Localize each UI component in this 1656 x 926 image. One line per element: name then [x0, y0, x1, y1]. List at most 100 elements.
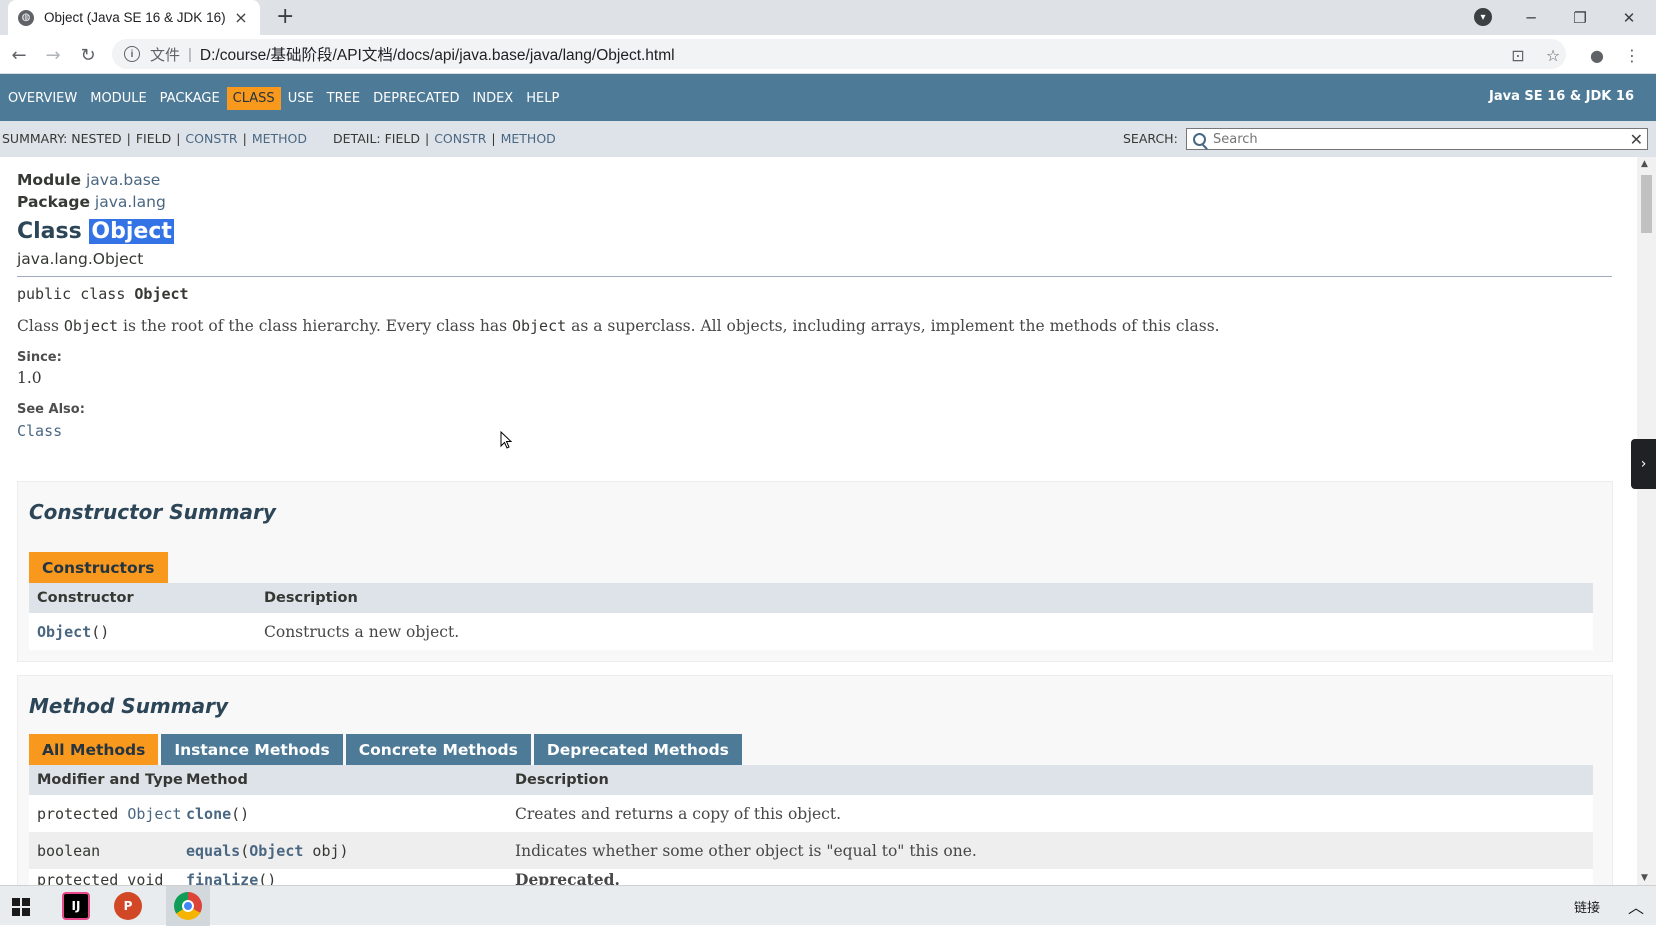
javadoc-top-nav: OVERVIEW MODULE PACKAGE CLASS USE TREE D…: [0, 74, 1656, 121]
tab-search-icon[interactable]: ▾: [1474, 8, 1492, 26]
new-tab-button[interactable]: +: [276, 4, 294, 29]
tab-instance-methods[interactable]: Instance Methods: [161, 734, 343, 765]
scroll-up-icon[interactable]: ▲: [1641, 159, 1648, 169]
nav-list: OVERVIEW MODULE PACKAGE CLASS USE TREE D…: [2, 87, 566, 110]
nav-help[interactable]: HELP: [520, 87, 565, 110]
method-link-finalize[interactable]: finalize: [186, 871, 258, 885]
search-box[interactable]: ✕: [1186, 128, 1648, 150]
class-signature: public class Object: [17, 285, 1612, 303]
tray-links-label[interactable]: 链接: [1574, 897, 1600, 916]
detail-method-link[interactable]: METHOD: [501, 131, 556, 146]
see-also-link[interactable]: Class: [17, 422, 1612, 440]
method-link-equals[interactable]: equals: [186, 842, 240, 860]
menu-icon[interactable]: ⋮: [1621, 44, 1643, 66]
mouse-cursor-icon: [500, 431, 512, 449]
method-summary: Method Summary All Methods Instance Meth…: [17, 675, 1613, 885]
url-text[interactable]: D:/course/基础阶段/API文档/docs/api/java.base/…: [200, 43, 675, 65]
constructor-signature: Object(): [37, 622, 110, 641]
side-panel-toggle[interactable]: ›: [1631, 439, 1656, 489]
tray-chevron-up-icon[interactable]: ︿: [1628, 894, 1644, 918]
chevron-right-icon: ›: [1640, 456, 1647, 472]
restore-icon[interactable]: ❐: [1557, 0, 1603, 35]
scroll-down-icon[interactable]: ▼: [1641, 873, 1648, 883]
module-link[interactable]: java.base: [86, 171, 160, 189]
browser-tab[interactable]: ◍ Object (Java SE 16 & JDK 16) ×: [8, 0, 260, 35]
since-value: 1.0: [17, 369, 42, 387]
forward-icon[interactable]: →: [40, 42, 66, 68]
method-tabs: All Methods Instance Methods Concrete Me…: [29, 734, 745, 765]
nav-index[interactable]: INDEX: [467, 87, 520, 110]
constructor-link[interactable]: Object: [37, 623, 91, 641]
table-row: Object() Constructs a new object.: [29, 613, 1593, 650]
method-description: Creates and returns a copy of this objec…: [515, 804, 842, 823]
tab-deprecated-methods[interactable]: Deprecated Methods: [533, 734, 742, 765]
minimize-icon[interactable]: ─: [1508, 0, 1554, 35]
method-modifier: protected void: [37, 871, 164, 885]
constructor-summary-heading: Constructor Summary: [29, 500, 276, 524]
tab-close-icon[interactable]: ×: [232, 8, 250, 27]
intellij-icon[interactable]: IJ: [62, 892, 90, 920]
windows-start-icon[interactable]: [12, 898, 30, 916]
constructor-table-header: Constructor Description: [29, 583, 1593, 613]
file-label: 文件: [150, 46, 181, 64]
col-description: Description: [264, 590, 358, 606]
table-row: protected Object clone() Creates and ret…: [29, 795, 1593, 832]
method-table-header: Modifier and Type Method Description: [29, 765, 1593, 795]
method-signature: clone(): [186, 804, 250, 823]
chrome-icon[interactable]: [174, 892, 202, 920]
back-icon[interactable]: ←: [6, 42, 32, 68]
see-also-label: See Also:: [17, 402, 85, 417]
col-method: Method: [186, 772, 248, 788]
page-scrollbar[interactable]: ▲ ▼: [1637, 157, 1656, 885]
package-link[interactable]: java.lang: [95, 193, 166, 211]
package-line: Package java.lang: [17, 193, 1612, 215]
profile-icon[interactable]: ●: [1586, 44, 1608, 66]
tab-concrete-methods[interactable]: Concrete Methods: [345, 734, 531, 765]
method-table: Modifier and Type Method Description pro…: [29, 765, 1593, 885]
address-bar[interactable]: i 文件 | D:/course/基础阶段/API文档/docs/api/jav…: [112, 39, 1566, 69]
nav-use[interactable]: USE: [282, 87, 320, 110]
summary-nested: NESTED: [71, 131, 122, 146]
detail-constr-link[interactable]: CONSTR: [434, 131, 486, 146]
window-close-icon[interactable]: ✕: [1606, 0, 1652, 35]
return-type-link[interactable]: Object: [127, 805, 181, 823]
nav-package[interactable]: PACKAGE: [154, 87, 226, 110]
reload-icon[interactable]: ↻: [75, 42, 101, 68]
search-reset-icon[interactable]: ✕: [1630, 130, 1643, 149]
scroll-thumb[interactable]: [1641, 175, 1652, 233]
method-summary-heading: Method Summary: [29, 694, 229, 718]
method-description: Deprecated.: [515, 870, 620, 885]
nav-module[interactable]: MODULE: [84, 87, 152, 110]
globe-icon: ◍: [18, 9, 34, 26]
nav-tree[interactable]: TREE: [321, 87, 366, 110]
bookmark-star-icon[interactable]: ☆: [1542, 44, 1564, 66]
powerpoint-icon[interactable]: P: [114, 892, 142, 920]
nav-overview[interactable]: OVERVIEW: [2, 87, 83, 110]
summary-constr-link[interactable]: CONSTR: [185, 131, 237, 146]
method-link-clone[interactable]: clone: [186, 805, 231, 823]
col-constructor: Constructor: [37, 590, 134, 606]
translate-icon[interactable]: ⊡: [1507, 44, 1529, 66]
method-modifier: boolean: [37, 841, 101, 860]
search-label: SEARCH:: [1123, 131, 1178, 146]
method-modifier: protected Object: [37, 804, 182, 823]
browser-toolbar: ← → ↻ i 文件 | D:/course/基础阶段/API文档/docs/a…: [0, 35, 1656, 74]
nav-class: CLASS: [226, 87, 281, 110]
since-label: Since:: [17, 350, 62, 365]
method-signature: finalize(): [186, 871, 515, 885]
method-description: Indicates whether some other object is "…: [515, 841, 977, 860]
info-icon[interactable]: i: [124, 46, 140, 62]
nav-deprecated[interactable]: DEPRECATED: [367, 87, 465, 110]
class-description: Class Object is the root of the class hi…: [17, 317, 1220, 335]
tab-constructors: Constructors: [29, 552, 168, 583]
tab-all-methods[interactable]: All Methods: [29, 734, 159, 765]
about-language: Java SE 16 & JDK 16: [1489, 89, 1634, 104]
module-line: Module java.base: [17, 171, 1612, 193]
summary-method-link[interactable]: METHOD: [252, 131, 307, 146]
constructor-table: Constructor Description Object() Constru…: [29, 583, 1593, 650]
browser-tabbar: ◍ Object (Java SE 16 & JDK 16) × + ▾ ─ ❐…: [0, 0, 1656, 35]
inheritance-tree: java.lang.Object: [17, 250, 1612, 277]
search-input[interactable]: [1213, 131, 1613, 147]
param-type-link[interactable]: Object: [249, 842, 303, 860]
detail-label: DETAIL:: [333, 131, 381, 146]
